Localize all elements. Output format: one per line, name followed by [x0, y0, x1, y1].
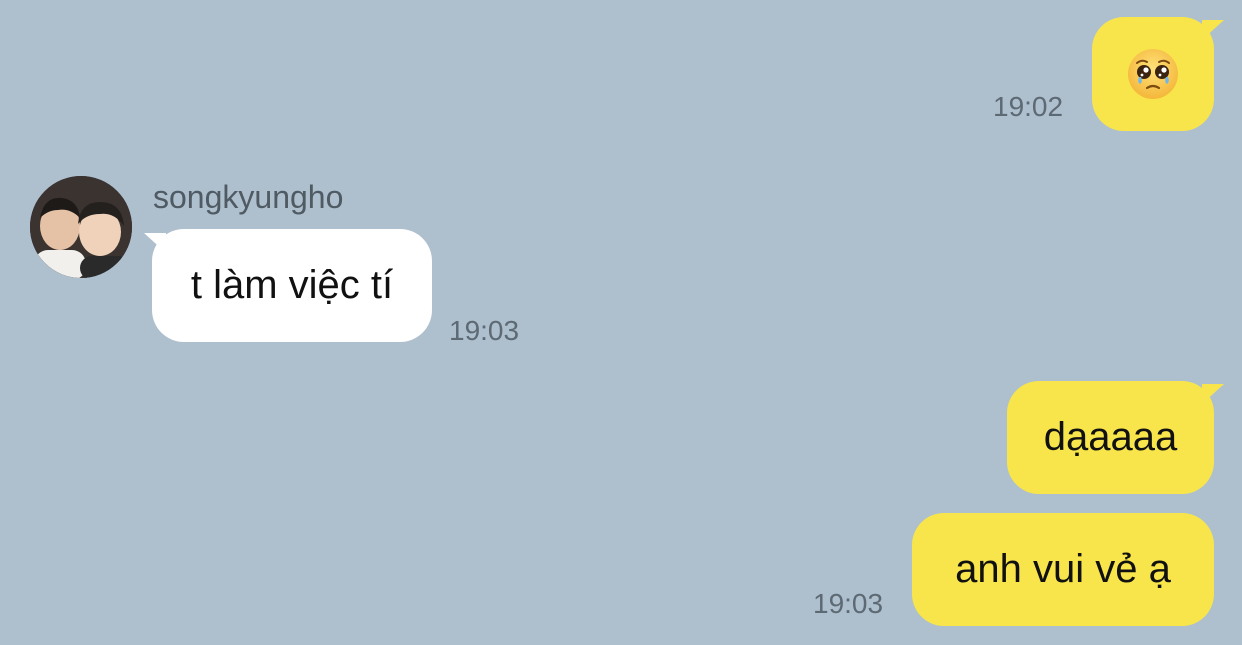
message-text: anh vui vẻ ạ	[955, 547, 1171, 591]
message-timestamp: 19:03	[813, 588, 884, 619]
bubble-tail	[1202, 384, 1224, 404]
pleading-face-emoji-icon	[1128, 49, 1178, 99]
message-text: t làm việc tí	[190, 263, 394, 307]
chat-area: 19:02 songkyungho t làm việc tí 19:03 dạ…	[0, 0, 1242, 645]
message-timestamp: 19:03	[449, 315, 520, 346]
contact-avatar[interactable]	[30, 176, 132, 278]
avatar-photo-icon	[30, 176, 132, 278]
my-message-bubble[interactable]: dạaaaa	[1007, 381, 1214, 494]
my-message-bubble[interactable]	[1092, 17, 1214, 131]
my-message-bubble[interactable]: anh vui vẻ ạ	[912, 513, 1214, 626]
bubble-tail	[144, 233, 166, 253]
bubble-tail	[1202, 20, 1224, 40]
sender-name: songkyungho	[153, 179, 344, 215]
message-text: dạaaaa	[1043, 415, 1178, 459]
their-message-bubble[interactable]: t làm việc tí	[152, 229, 432, 342]
message-timestamp: 19:02	[993, 91, 1064, 122]
